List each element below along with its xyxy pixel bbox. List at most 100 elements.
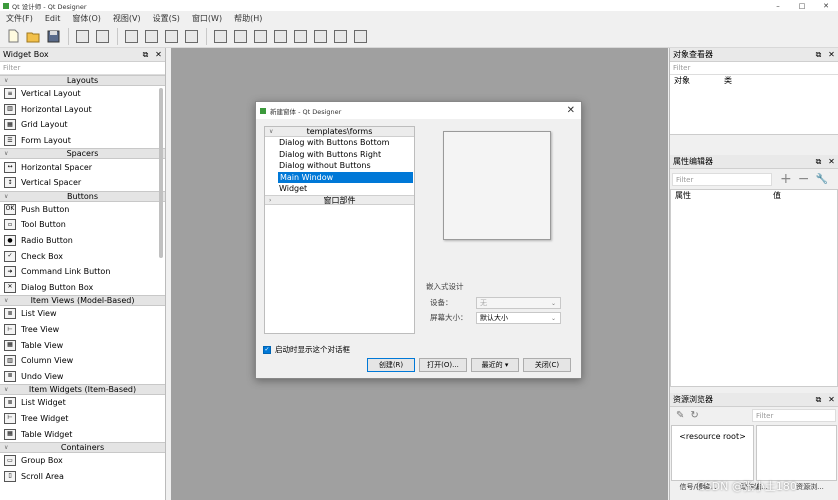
menu-settings[interactable]: 设置(S)	[147, 13, 186, 24]
property-editor-table[interactable]: 属性 值	[670, 189, 838, 387]
adjust-size-button[interactable]	[351, 27, 369, 45]
create-button[interactable]: 创建(R)	[367, 358, 415, 372]
grid-layout-button[interactable]	[291, 27, 309, 45]
dialog-close-icon[interactable]: ✕	[567, 105, 575, 116]
widget-box-filter-input[interactable]: Filter	[0, 62, 165, 75]
widget-item[interactable]: ≣ List Widget	[0, 395, 165, 411]
chevron-down-icon: ∨	[269, 128, 274, 135]
category-header[interactable]: ∨ Layouts	[0, 75, 165, 86]
widget-item[interactable]: ⊢ Tree Widget	[0, 411, 165, 427]
templates-tree[interactable]: ∨ templates\forms Dialog with Buttons Bo…	[264, 126, 415, 334]
widget-item[interactable]: ▥ Horizontal Layout	[0, 102, 165, 118]
category-header[interactable]: ∨ Buttons	[0, 190, 165, 202]
template-item[interactable]: Dialog with Buttons Bottom	[265, 137, 414, 149]
widget-item[interactable]: ↔ Horizontal Spacer	[0, 159, 165, 175]
templates-forms-header[interactable]: ∨ templates\forms	[265, 127, 414, 137]
minimize-button[interactable]: –	[766, 2, 790, 10]
lay-out-horizontally-button[interactable]	[211, 27, 229, 45]
widget-item[interactable]: ↕ Vertical Spacer	[0, 175, 165, 191]
widget-item[interactable]: ▦ Grid Layout	[0, 117, 165, 133]
edit-widgets-button[interactable]	[122, 27, 140, 45]
float-icon[interactable]: ⧉	[139, 50, 152, 60]
category-header[interactable]: ∨ Item Widgets (Item-Based)	[0, 384, 165, 396]
break-layout-button[interactable]	[331, 27, 349, 45]
float-icon[interactable]: ⧉	[812, 50, 825, 60]
check-box-icon: ✓	[4, 250, 16, 262]
configure-wrench-icon[interactable]: 🔧	[815, 174, 827, 185]
reload-icon[interactable]: ↻	[690, 410, 698, 421]
vertical-splitter-button[interactable]	[271, 27, 289, 45]
template-item[interactable]: Dialog without Buttons	[265, 160, 414, 172]
category-header[interactable]: ∨ Spacers	[0, 148, 165, 160]
widget-item[interactable]: ✕ Dialog Button Box	[0, 280, 165, 296]
property-editor-columns: 属性 值	[671, 190, 837, 202]
float-icon[interactable]: ⧉	[812, 395, 825, 405]
float-icon[interactable]: ⧉	[812, 157, 825, 167]
group-box-icon: ▭	[4, 455, 16, 467]
chevron-down-icon: ∨	[4, 297, 9, 305]
template-item[interactable]: Dialog with Buttons Right	[265, 149, 414, 161]
close-icon[interactable]: ✕	[152, 50, 165, 60]
category-header[interactable]: ∨ Item Views (Model-Based)	[0, 295, 165, 307]
widget-item[interactable]: ▦ Table View	[0, 337, 165, 353]
screen-size-select[interactable]: 默认大小 ⌄	[476, 311, 561, 324]
new-file-button[interactable]	[4, 27, 22, 45]
copy-button[interactable]	[73, 27, 91, 45]
remove-property-icon[interactable]: −	[798, 171, 810, 187]
widget-item[interactable]: ✓ Check Box	[0, 248, 165, 264]
widget-item[interactable]: ☰ Form Layout	[0, 133, 165, 149]
save-button[interactable]	[44, 27, 62, 45]
template-item[interactable]: Widget	[265, 183, 414, 195]
menu-form[interactable]: 窗体(O)	[66, 13, 107, 24]
show-on-startup-checkbox[interactable]: ✓ 启动时显示这个对话框	[263, 344, 350, 355]
widget-item[interactable]: ≣ Undo View	[0, 369, 165, 385]
widget-box-list: ∨ Layouts ≡ Vertical Layout ▥ Horizontal Layo…	[0, 75, 165, 484]
close-icon[interactable]: ✕	[825, 395, 838, 405]
widget-item[interactable]: ≣ List View	[0, 306, 165, 322]
open-button[interactable]: 打开(O)...	[419, 358, 467, 372]
menu-file[interactable]: 文件(F)	[0, 13, 39, 24]
edit-signals-button[interactable]	[142, 27, 160, 45]
widget-item[interactable]: ▥ Column View	[0, 353, 165, 369]
menu-help[interactable]: 帮助(H)	[228, 13, 268, 24]
widget-item[interactable]: ▫ Tool Button	[0, 217, 165, 233]
template-item-selected[interactable]: Main Window	[278, 171, 413, 184]
widget-item[interactable]: ▭ Group Box	[0, 453, 165, 469]
widgets-category-header[interactable]: › 窗口部件	[265, 194, 414, 205]
close-button[interactable]: 关闭(C)	[523, 358, 571, 372]
widget-item[interactable]: OK Push Button	[0, 202, 165, 218]
resource-filter-input[interactable]: Filter	[752, 408, 836, 422]
edit-buddies-button[interactable]	[162, 27, 180, 45]
chevron-down-icon: ∨	[4, 150, 9, 158]
edit-tab-order-button[interactable]	[182, 27, 200, 45]
recent-button[interactable]: 最近的 ▾	[471, 358, 519, 372]
horizontal-splitter-button[interactable]	[251, 27, 269, 45]
form-layout-button[interactable]	[311, 27, 329, 45]
widget-item[interactable]: ▯ Scroll Area	[0, 468, 165, 484]
category-header[interactable]: ∨ Containers	[0, 441, 165, 453]
resource-root-tree[interactable]: <resource root>	[671, 425, 754, 481]
widget-item[interactable]: ➜ Command Link Button	[0, 264, 165, 280]
widget-item[interactable]: ▦ Table Widget	[0, 426, 165, 442]
maximize-button[interactable]: □	[790, 2, 814, 10]
widget-item[interactable]: ● Radio Button	[0, 233, 165, 249]
close-icon[interactable]: ✕	[825, 50, 838, 60]
resource-file-list[interactable]	[756, 425, 837, 481]
vertical-layout-icon: ≡	[4, 88, 16, 100]
menu-edit[interactable]: Edit	[39, 14, 67, 23]
widget-item[interactable]: ≡ Vertical Layout	[0, 86, 165, 102]
edit-resources-pencil-icon[interactable]: ✎	[676, 410, 684, 421]
object-inspector-filter-input[interactable]: Filter	[670, 62, 838, 75]
widget-item[interactable]: ⊢ Tree View	[0, 322, 165, 338]
paste-button[interactable]	[93, 27, 111, 45]
object-inspector-tree[interactable]: 对象 类	[670, 75, 838, 135]
menu-window[interactable]: 窗口(W)	[186, 13, 228, 24]
close-window-button[interactable]: ✕	[814, 2, 838, 10]
menu-view[interactable]: 视图(V)	[107, 13, 147, 24]
lay-out-vertically-button[interactable]	[231, 27, 249, 45]
add-property-icon[interactable]: +	[780, 171, 792, 187]
widget-box-scrollbar[interactable]	[159, 88, 163, 258]
open-button[interactable]	[24, 27, 42, 45]
close-icon[interactable]: ✕	[825, 157, 838, 167]
property-editor-filter-input[interactable]: Filter	[672, 172, 772, 186]
